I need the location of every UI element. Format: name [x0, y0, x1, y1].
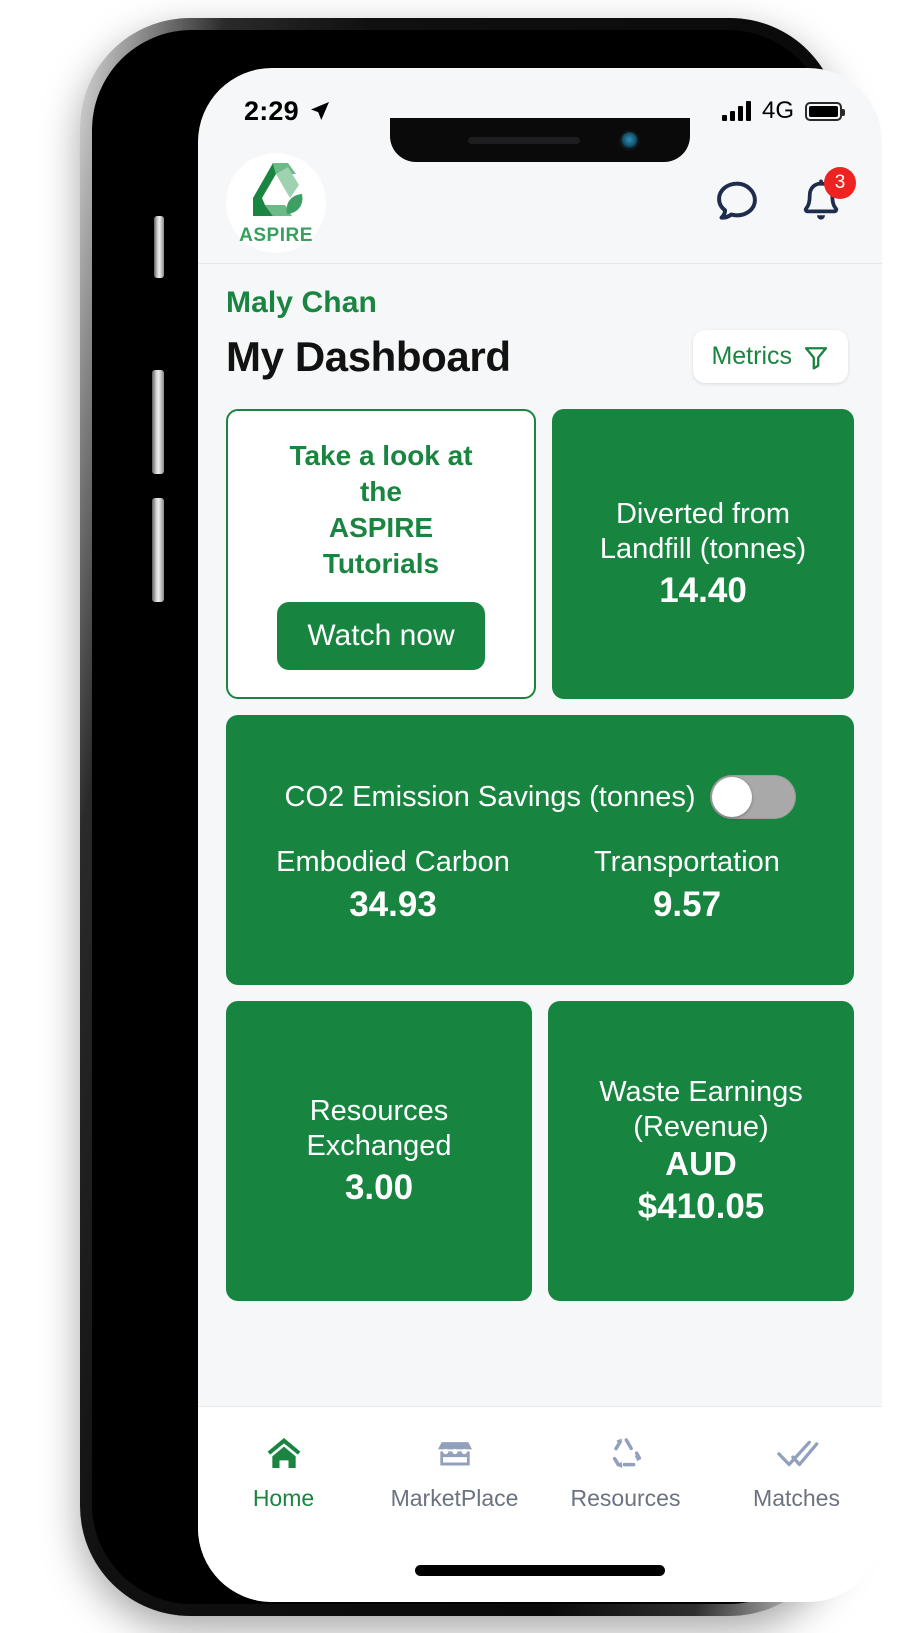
landfill-value: 14.40: [659, 571, 747, 611]
status-time-group: 2:29: [244, 96, 332, 127]
phone-frame: 2:29 4G ASPIRE 3 Maly Chan My Dashboard …: [80, 18, 882, 1616]
notification-badge: 3: [824, 166, 856, 199]
tutorial-line-2: the: [359, 476, 402, 508]
phone-screen: 2:29 4G ASPIRE 3 Maly Chan My Dashboard …: [198, 68, 882, 1602]
user-name: Maly Chan: [226, 286, 377, 319]
recycle-icon: [612, 1438, 641, 1468]
front-camera-icon: [621, 132, 638, 149]
resources-value: 3.00: [344, 1168, 414, 1208]
volume-down-button[interactable]: [152, 498, 164, 602]
earnings-value: $410.05: [637, 1187, 765, 1227]
co2-column-embodied-carbon: Embodied Carbon 34.93: [246, 845, 540, 924]
metrics-filter-button[interactable]: Metrics: [693, 330, 848, 383]
status-time: 2:29: [244, 95, 299, 126]
earnings-currency: AUD: [665, 1145, 737, 1183]
tile-resources-exchanged[interactable]: Resources Exchanged 3.00: [226, 1001, 532, 1301]
tutorial-line-4: Tutorials: [322, 547, 440, 579]
metrics-button-label: Metrics: [711, 342, 792, 370]
tile-co2-emission-savings[interactable]: CO2 Emission Savings (tonnes) Embodied C…: [226, 715, 854, 985]
landfill-label-line-2: Landfill (tonnes): [599, 533, 807, 565]
chat-bubble-icon: [717, 181, 757, 220]
chat-button[interactable]: [712, 177, 762, 229]
volume-up-button[interactable]: [152, 370, 164, 474]
battery-full-icon: [805, 101, 845, 121]
aspire-recycle-logo: [253, 162, 303, 216]
dashboard-title-block: Maly Chan My Dashboard Metrics: [198, 264, 882, 393]
home-indicator[interactable]: [415, 1565, 665, 1576]
tab-matches-label: Matches: [753, 1485, 840, 1511]
tab-marketplace[interactable]: MarketPlace: [369, 1433, 540, 1512]
co2-header: CO2 Emission Savings (tonnes): [284, 775, 796, 820]
transportation-label: Transportation: [594, 846, 780, 879]
filter-funnel-icon: [804, 346, 828, 369]
resources-label-line-2: Exchanged: [306, 1130, 452, 1162]
tile-diverted-from-landfill[interactable]: Diverted from Landfill (tonnes) 14.40: [552, 409, 854, 699]
tile-row-3: Resources Exchanged 3.00 Waste Earnings …: [226, 1001, 854, 1301]
tile-row-2: CO2 Emission Savings (tonnes) Embodied C…: [226, 715, 854, 985]
tutorial-card[interactable]: Take a look at the ASPIRE Tutorials Watc…: [226, 409, 536, 699]
embodied-carbon-value: 34.93: [349, 884, 437, 924]
location-arrow-icon: [310, 102, 329, 120]
brand-wordmark: ASPIRE: [239, 224, 313, 246]
landfill-label-line-1: Diverted from: [615, 497, 791, 530]
resources-label-line-1: Resources: [309, 1094, 449, 1127]
double-check-icon: [776, 1440, 818, 1467]
metrics-tiles: Take a look at the ASPIRE Tutorials Watc…: [198, 393, 882, 1343]
embodied-carbon-label: Embodied Carbon: [276, 846, 510, 879]
tutorial-line-3: ASPIRE: [328, 512, 434, 543]
watch-now-button[interactable]: Watch now: [277, 601, 485, 670]
tutorial-text: Take a look at the ASPIRE Tutorials: [289, 438, 472, 581]
tutorial-line-1: Take a look at: [289, 440, 473, 472]
network-type: 4G: [761, 97, 794, 124]
bottom-tab-bar: Home MarketPlace Resources Matches: [198, 1406, 882, 1602]
tile-row-1: Take a look at the ASPIRE Tutorials Watc…: [226, 409, 854, 699]
title-row: My Dashboard Metrics: [226, 330, 848, 383]
silence-switch[interactable]: [154, 216, 164, 278]
notch: [390, 118, 690, 162]
earpiece-speaker: [468, 137, 580, 144]
home-icon: [267, 1438, 300, 1468]
aspire-logo[interactable]: ASPIRE: [226, 152, 326, 253]
co2-column-transportation: Transportation 9.57: [540, 845, 834, 924]
storefront-icon: [437, 1442, 472, 1466]
co2-title: CO2 Emission Savings (tonnes): [284, 780, 696, 813]
earnings-label-line-2: (Revenue): [633, 1111, 769, 1143]
earnings-label-line-1: Waste Earnings: [599, 1075, 803, 1108]
tile-waste-earnings[interactable]: Waste Earnings (Revenue) AUD $410.05: [548, 1001, 854, 1301]
tab-resources-label: Resources: [570, 1485, 681, 1511]
notifications-button[interactable]: 3: [796, 166, 856, 229]
co2-columns: Embodied Carbon 34.93 Transportation 9.5…: [246, 845, 834, 924]
signal-bars-icon: [721, 101, 751, 121]
page-title: My Dashboard: [226, 332, 511, 380]
transportation-value: 9.57: [652, 884, 722, 924]
co2-units-toggle[interactable]: [709, 775, 796, 820]
tab-matches[interactable]: Matches: [711, 1433, 882, 1512]
tab-home-label: Home: [252, 1485, 315, 1511]
tab-home[interactable]: Home: [198, 1433, 369, 1512]
tab-marketplace-label: MarketPlace: [390, 1485, 519, 1511]
status-indicators: 4G: [721, 97, 845, 125]
header-actions: 3: [712, 166, 856, 229]
toggle-knob: [711, 777, 752, 818]
tab-resources[interactable]: Resources: [540, 1433, 711, 1512]
